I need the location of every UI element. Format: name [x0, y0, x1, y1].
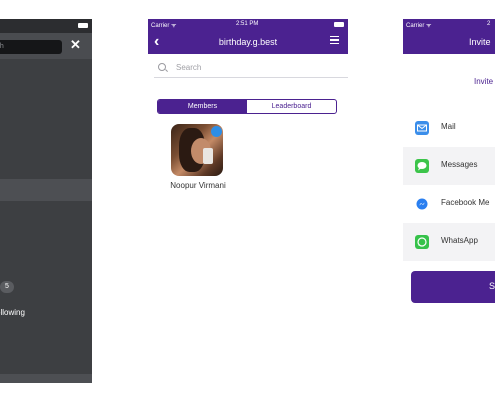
- avatar-cup: [203, 148, 213, 164]
- close-icon[interactable]: ✕: [70, 37, 81, 53]
- menu-item-selected[interactable]: i: [0, 179, 92, 201]
- status-bar: M: [0, 19, 92, 33]
- count-badge: 5: [0, 281, 14, 293]
- menu-header: rch ✕: [0, 33, 92, 59]
- group-members-screen: Carrier ᯤ 2:51 PM ‹ birthday.g.best Sear…: [148, 19, 348, 383]
- invite-screen: Carrier ᯤ 2 Invite Invite Mail Messages …: [403, 19, 495, 383]
- share-label-messages: Messages: [441, 160, 478, 169]
- share-row-messages[interactable]: Messages: [403, 147, 495, 185]
- messenger-icon: [415, 197, 429, 211]
- menu-search-input[interactable]: rch: [0, 40, 62, 54]
- share-row-mail[interactable]: Mail: [403, 109, 495, 147]
- invite-heading: Invite: [474, 77, 494, 86]
- carrier-label: Carrier ᯤ: [151, 23, 177, 29]
- whatsapp-icon: [415, 235, 429, 249]
- share-label-messenger: Facebook Me: [441, 198, 490, 207]
- member-name: Noopur Virmani: [170, 181, 226, 190]
- tab-members[interactable]: Members: [158, 100, 247, 113]
- carrier-label: Carrier ᯤ: [406, 23, 432, 29]
- search-input[interactable]: Search: [176, 63, 201, 72]
- share-row-whatsapp[interactable]: WhatsApp: [403, 223, 495, 261]
- messages-icon: [415, 159, 429, 173]
- share-label-mail: Mail: [441, 122, 456, 131]
- side-menu-screen: M rch ✕ t i 5 ollowing s: [0, 19, 92, 383]
- share-button-label: S: [489, 281, 495, 291]
- page-title: Invite: [469, 37, 491, 47]
- page-title: birthday.g.best: [218, 37, 278, 47]
- menu-bottom-bar: [0, 374, 92, 383]
- status-time: 2:51 PM: [236, 21, 259, 27]
- share-row-messenger[interactable]: Facebook Me: [403, 185, 495, 223]
- nav-bar: Invite: [403, 30, 495, 54]
- status-bar: Carrier ᯤ 2:51 PM: [148, 19, 348, 30]
- battery-icon: [78, 23, 88, 28]
- online-indicator: [211, 126, 222, 137]
- mail-icon: [415, 121, 429, 135]
- status-bar: Carrier ᯤ 2: [403, 19, 495, 30]
- share-label-whatsapp: WhatsApp: [441, 236, 478, 245]
- segmented-control: Members Leaderboard: [157, 99, 337, 114]
- share-button[interactable]: S: [411, 271, 495, 303]
- nav-bar: ‹ birthday.g.best: [148, 30, 348, 54]
- search-icon: [158, 63, 166, 71]
- menu-item-following[interactable]: ollowing: [0, 308, 25, 317]
- tab-leaderboard[interactable]: Leaderboard: [247, 100, 336, 113]
- menu-icon[interactable]: [330, 36, 339, 44]
- search-bar[interactable]: Search: [154, 59, 348, 78]
- battery-icon: [334, 22, 344, 27]
- status-time: 2: [487, 21, 491, 27]
